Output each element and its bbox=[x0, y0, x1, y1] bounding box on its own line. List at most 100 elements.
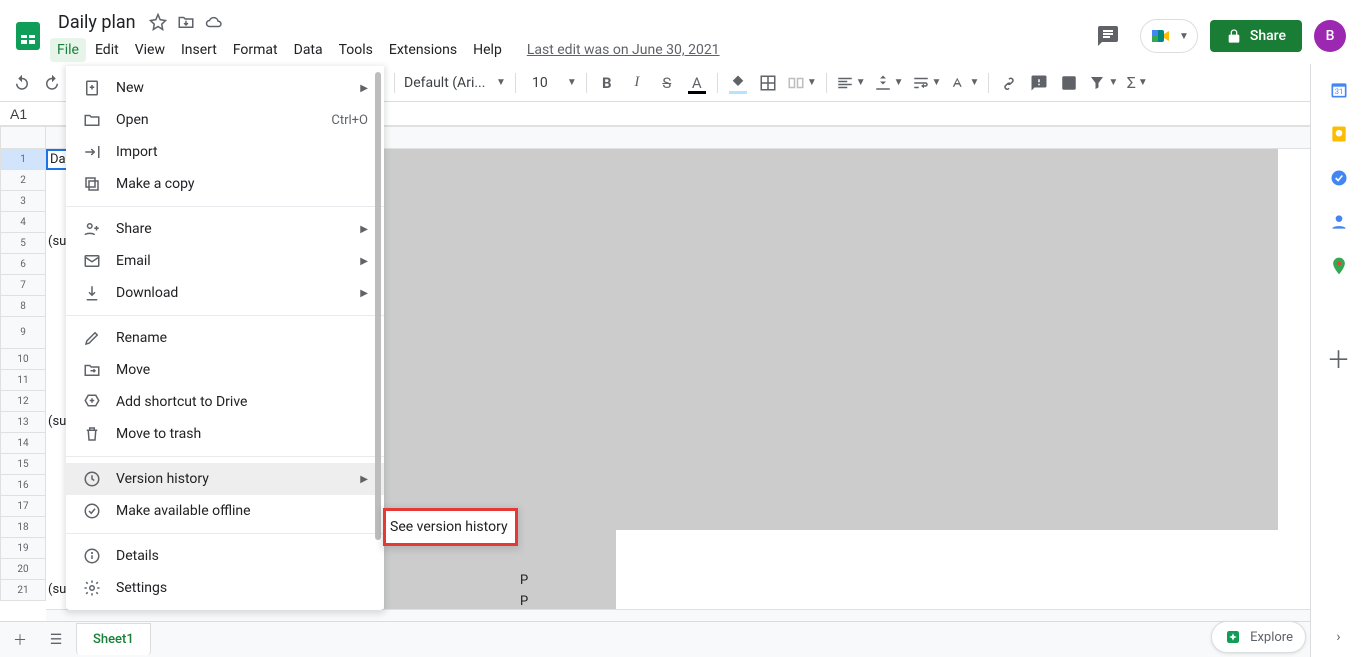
insert-chart-icon[interactable] bbox=[1055, 69, 1083, 97]
redo-icon[interactable] bbox=[38, 69, 66, 97]
row-header[interactable]: 16 bbox=[0, 475, 46, 496]
row-header[interactable]: 7 bbox=[0, 275, 46, 296]
row-header[interactable]: 6 bbox=[0, 254, 46, 275]
menu-insert[interactable]: Insert bbox=[174, 38, 224, 62]
add-addon-icon[interactable]: ＋ bbox=[1327, 340, 1351, 375]
menu-format[interactable]: Format bbox=[226, 38, 285, 62]
row-header[interactable]: 19 bbox=[0, 538, 46, 559]
file-details[interactable]: Details bbox=[66, 540, 384, 572]
account-avatar[interactable]: B bbox=[1314, 20, 1346, 52]
insert-comment-icon[interactable] bbox=[1025, 69, 1053, 97]
tasks-icon[interactable] bbox=[1329, 168, 1349, 188]
strikethrough-icon[interactable]: S bbox=[653, 69, 681, 97]
file-download[interactable]: Download▶ bbox=[66, 277, 384, 309]
functions-icon[interactable]: Σ▼ bbox=[1123, 69, 1151, 97]
file-move-to-trash[interactable]: Move to trash bbox=[66, 418, 384, 450]
name-box[interactable] bbox=[0, 106, 46, 122]
separator bbox=[826, 73, 827, 93]
row-header[interactable]: 10 bbox=[0, 349, 46, 370]
menu-view[interactable]: View bbox=[128, 38, 172, 62]
see-version-history[interactable]: See version history bbox=[383, 508, 518, 546]
text-color-icon[interactable]: A bbox=[683, 69, 711, 97]
file-new[interactable]: New▶ bbox=[66, 72, 384, 104]
comment-history-icon[interactable] bbox=[1088, 16, 1128, 56]
menu-bar: File Edit View Insert Format Data Tools … bbox=[48, 36, 1088, 64]
share-button[interactable]: Share bbox=[1210, 20, 1302, 52]
merge-cells-icon[interactable]: ▼ bbox=[784, 69, 820, 97]
vertical-align-icon[interactable]: ▼ bbox=[871, 69, 907, 97]
file-make-available-offline[interactable]: Make available offline bbox=[66, 495, 384, 527]
meet-button[interactable]: ▼ bbox=[1140, 19, 1198, 53]
insert-link-icon[interactable] bbox=[995, 69, 1023, 97]
file-version-history[interactable]: Version history▶ bbox=[66, 463, 384, 495]
row-header[interactable]: 11 bbox=[0, 370, 46, 391]
dropdown-scrollbar[interactable] bbox=[374, 72, 382, 604]
undo-icon[interactable] bbox=[8, 69, 36, 97]
font-selector[interactable]: Default (Ari...▼ bbox=[401, 69, 509, 97]
bold-icon[interactable]: B bbox=[593, 69, 621, 97]
chevron-down-icon: ▼ bbox=[1179, 31, 1189, 42]
sheet-tab-1[interactable]: Sheet1 bbox=[76, 623, 151, 655]
row-header[interactable]: 20 bbox=[0, 559, 46, 580]
keep-icon[interactable] bbox=[1329, 124, 1349, 144]
row-header[interactable]: 3 bbox=[0, 191, 46, 212]
sheets-logo[interactable] bbox=[8, 16, 48, 56]
cell-a13[interactable]: (su bbox=[46, 414, 66, 429]
menu-extensions[interactable]: Extensions bbox=[382, 38, 464, 62]
cell-text[interactable]: P bbox=[518, 573, 528, 588]
filter-icon[interactable]: ▼ bbox=[1085, 69, 1121, 97]
file-rename[interactable]: Rename bbox=[66, 322, 384, 354]
horizontal-align-icon[interactable]: ▼ bbox=[833, 69, 869, 97]
menu-help[interactable]: Help bbox=[466, 38, 509, 62]
row-header[interactable]: 4 bbox=[0, 212, 46, 233]
menu-tools[interactable]: Tools bbox=[332, 38, 380, 62]
file-add-shortcut[interactable]: Add shortcut to Drive bbox=[66, 386, 384, 418]
menu-edit[interactable]: Edit bbox=[88, 38, 126, 62]
explore-button[interactable]: Explore bbox=[1211, 621, 1306, 653]
text-rotation-icon[interactable]: ▼ bbox=[946, 69, 982, 97]
add-sheet-icon[interactable]: ＋ bbox=[4, 624, 36, 656]
row-header-1[interactable]: 1 bbox=[0, 149, 46, 170]
select-all-corner[interactable] bbox=[0, 126, 46, 149]
separator bbox=[515, 73, 516, 93]
all-sheets-icon[interactable]: ☰ bbox=[40, 624, 72, 656]
fill-color-icon[interactable] bbox=[724, 69, 752, 97]
collapse-side-panel-icon[interactable]: › bbox=[1336, 629, 1340, 645]
text-wrap-icon[interactable]: ▼ bbox=[909, 69, 945, 97]
row-header[interactable]: 18 bbox=[0, 517, 46, 538]
row-header[interactable]: 14 bbox=[0, 433, 46, 454]
row-header[interactable]: 13 bbox=[0, 412, 46, 433]
calendar-icon[interactable]: 31 bbox=[1329, 80, 1349, 100]
menu-data[interactable]: Data bbox=[287, 38, 330, 62]
font-size-selector[interactable]: 10▼ bbox=[522, 69, 580, 97]
maps-icon[interactable] bbox=[1329, 256, 1349, 276]
file-settings[interactable]: Settings bbox=[66, 572, 384, 604]
doc-title[interactable]: Daily plan bbox=[52, 10, 142, 35]
star-icon[interactable] bbox=[146, 10, 170, 34]
file-make-copy[interactable]: Make a copy bbox=[66, 168, 384, 200]
menu-file[interactable]: File bbox=[50, 38, 86, 62]
row-header[interactable]: 17 bbox=[0, 496, 46, 517]
file-open[interactable]: OpenCtrl+O bbox=[66, 104, 384, 136]
cell-a21[interactable]: (su bbox=[46, 582, 66, 597]
contacts-icon[interactable] bbox=[1329, 212, 1349, 232]
row-headers[interactable]: 1 2 3 4 5 6 7 8 9 10 11 12 13 14 15 16 1… bbox=[0, 149, 46, 601]
cloud-status-icon[interactable] bbox=[202, 10, 226, 34]
cell-text[interactable]: P bbox=[518, 594, 528, 609]
file-move[interactable]: Move bbox=[66, 354, 384, 386]
row-header[interactable]: 15 bbox=[0, 454, 46, 475]
row-header[interactable]: 8 bbox=[0, 296, 46, 317]
file-share[interactable]: Share▶ bbox=[66, 213, 384, 245]
borders-icon[interactable] bbox=[754, 69, 782, 97]
row-header[interactable]: 9 bbox=[0, 317, 46, 349]
last-edit-link[interactable]: Last edit was on June 30, 2021 bbox=[527, 42, 720, 58]
file-import[interactable]: Import bbox=[66, 136, 384, 168]
cell-a5[interactable]: (su bbox=[46, 234, 66, 249]
italic-icon[interactable]: I bbox=[623, 69, 651, 97]
row-header[interactable]: 2 bbox=[0, 170, 46, 191]
row-header[interactable]: 5 bbox=[0, 233, 46, 254]
row-header[interactable]: 12 bbox=[0, 391, 46, 412]
file-email[interactable]: Email▶ bbox=[66, 245, 384, 277]
move-to-drive-icon[interactable] bbox=[174, 10, 198, 34]
row-header[interactable]: 21 bbox=[0, 580, 46, 601]
